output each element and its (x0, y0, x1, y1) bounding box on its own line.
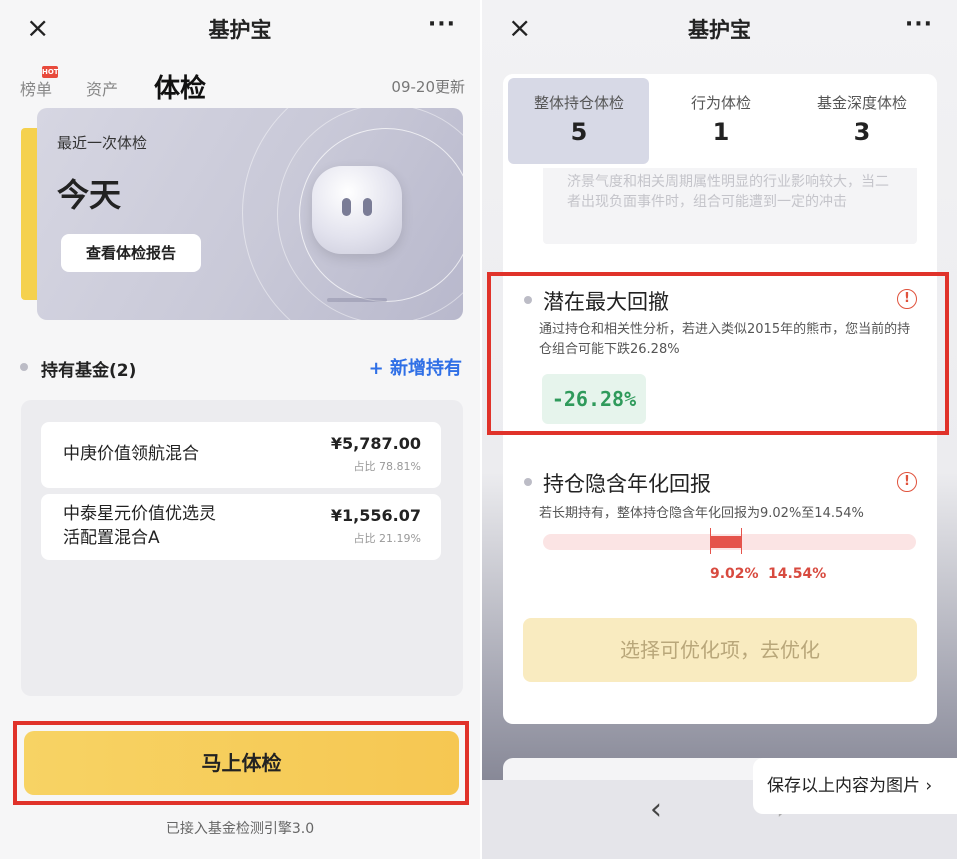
tab-rank[interactable]: 榜单 (20, 76, 52, 100)
left-screen: × 基护宝 ··· 榜单 HOT 资产 体检 09-20更新 最近一次体检 今天… (0, 0, 480, 859)
fund-list: 中庚价值领航混合 ¥5,787.00 占比 78.81% 中泰星元价值优选灵 活… (21, 400, 463, 696)
tab-assets[interactable]: 资产 (86, 76, 118, 100)
page-title: 基护宝 (688, 18, 751, 42)
last-checkup-date: 今天 (57, 176, 122, 214)
left-navbar: × 基护宝 ··· (0, 0, 480, 56)
top-tabs: 榜单 HOT 资产 体检 09-20更新 (20, 66, 465, 106)
bullet-dot (524, 478, 532, 486)
right-navbar: × 基护宝 ··· (482, 0, 957, 56)
view-report-button[interactable]: 查看体检报告 (61, 234, 201, 272)
page-title: 基护宝 (208, 18, 272, 42)
tab-behavior-count[interactable]: 1 (651, 118, 791, 146)
holdings-header: 持有基金(2) + 新增持有 (20, 352, 462, 382)
holdings-title: 持有基金(2) (41, 361, 137, 381)
range-low-tick (709, 528, 711, 554)
engine-note: 已接入基金检测引擎3.0 (165, 821, 315, 837)
faded-previous-text: 济景气度和相关周期属性明显的行业影响较大，当二者出现负面事件时，组合可能遭到一定… (543, 162, 917, 244)
range-high-tick (741, 528, 743, 554)
fund-name-line1: 中泰星元价值优选灵 (63, 504, 216, 524)
fund-ratio: 占比 21.19% (353, 532, 421, 545)
start-checkup-button[interactable]: 马上体检 (24, 731, 459, 795)
fund-amount: ¥5,787.00 (330, 434, 421, 453)
fund-row[interactable]: 中庚价值领航混合 ¥5,787.00 占比 78.81% (41, 422, 441, 488)
optimize-button[interactable]: 选择可优化项，去优化 (523, 618, 917, 682)
return-range-bar (543, 528, 916, 554)
tab-behavior-label[interactable]: 行为体检 (651, 92, 791, 113)
tab-deep-count[interactable]: 3 (792, 118, 932, 146)
tab-bar: 整体持仓体检 5 行为体检 1 基金深度体检 3 (503, 74, 937, 168)
robot-eye (363, 198, 372, 216)
fund-row[interactable]: 中泰星元价值优选灵 活配置混合A ¥1,556.07 占比 21.19% (41, 494, 441, 560)
robot-mascot-icon (312, 166, 402, 254)
back-arrow-icon[interactable]: ‹ (650, 792, 662, 827)
more-icon[interactable]: ··· (428, 12, 456, 37)
fund-amount: ¥1,556.07 (330, 506, 421, 525)
update-date: 09-20更新 (391, 78, 465, 96)
range-low-label: 9.02% (710, 566, 759, 582)
add-holding-link[interactable]: + 新增持有 (369, 354, 462, 380)
robot-shadow (327, 298, 387, 302)
tab-checkup[interactable]: 体检 (154, 68, 206, 105)
card-stack-edge (21, 128, 37, 300)
more-icon[interactable]: ··· (905, 12, 933, 37)
fund-ratio: 占比 78.81% (353, 460, 421, 473)
last-checkup-card: 最近一次体检 今天 查看体检报告 (37, 108, 463, 320)
save-as-image-button[interactable]: 保存以上内容为图片 › (753, 758, 957, 814)
annual-return-desc: 若长期持有，整体持仓隐含年化回报为9.02%至14.54% (539, 506, 864, 521)
last-checkup-label: 最近一次体检 (57, 134, 148, 152)
annual-return-title: 持仓隐含年化回报 (543, 472, 711, 496)
right-screen: × 基护宝 ··· 济景气度和相关周期属性明显的行业影响较大，当二者出现负面事件… (482, 0, 957, 859)
fund-name: 中庚价值领航混合 (63, 444, 199, 464)
robot-eye (342, 198, 351, 216)
highlight-box (487, 272, 949, 435)
tab-overall-label[interactable]: 整体持仓体检 (509, 92, 649, 113)
return-range-fill (709, 536, 742, 548)
warning-icon[interactable]: ! (897, 472, 917, 492)
hot-badge: HOT (42, 66, 59, 78)
range-high-label: 14.54% (768, 566, 827, 582)
fund-name-line2: 活配置混合A (63, 528, 160, 548)
tab-overall-count[interactable]: 5 (509, 118, 649, 146)
tab-deep-label[interactable]: 基金深度体检 (792, 92, 932, 113)
bullet-dot (20, 363, 28, 371)
